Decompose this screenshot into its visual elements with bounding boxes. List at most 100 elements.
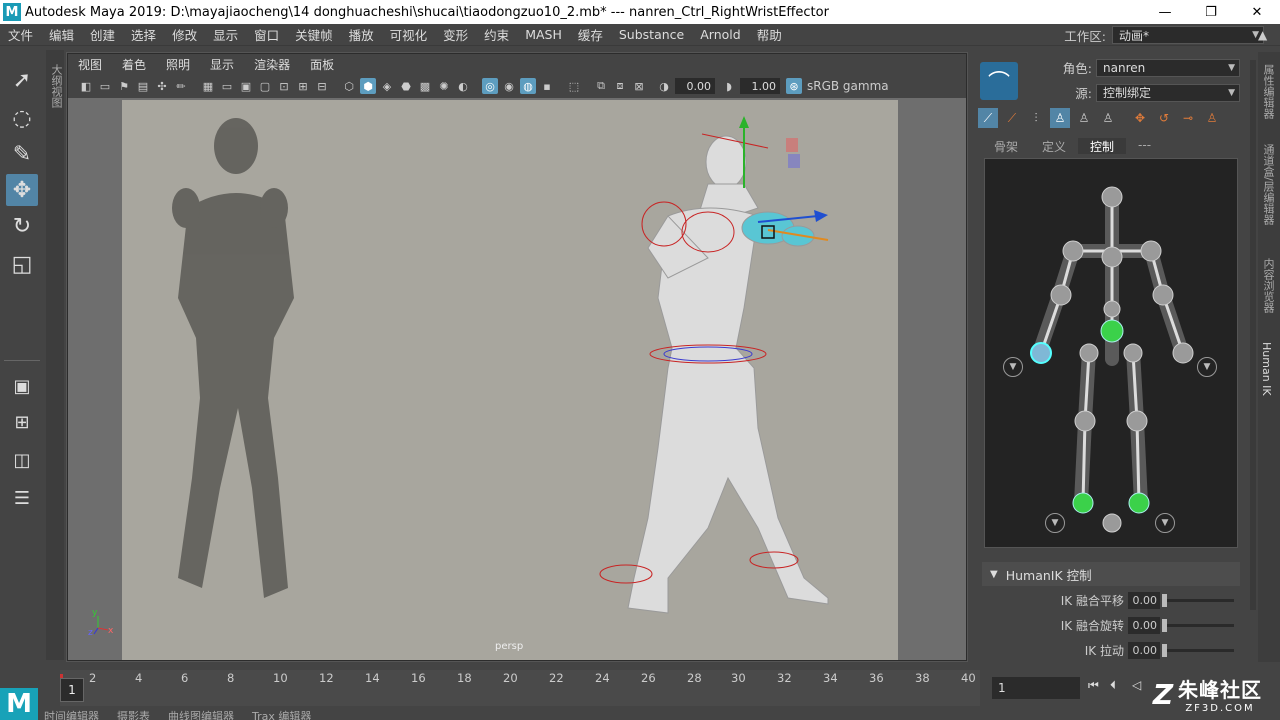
ik-blend-rotate-field[interactable]: 0.00: [1128, 616, 1160, 634]
tab-trax-editor[interactable]: Trax 编辑器: [252, 710, 311, 720]
four-view-icon[interactable]: ⊞: [6, 406, 38, 438]
single-view-icon[interactable]: ▣: [6, 370, 38, 402]
go-to-start-icon[interactable]: ⏮: [1088, 678, 1110, 693]
depth-of-field-icon[interactable]: ⊠: [631, 78, 647, 94]
current-frame-field[interactable]: 1: [992, 677, 1080, 699]
tab-human-ik[interactable]: Human IK: [1260, 342, 1273, 396]
textured-icon[interactable]: ⬣: [398, 78, 414, 94]
wireframe-on-shaded-icon[interactable]: ◈: [379, 78, 395, 94]
pin-both-icon[interactable]: ⊸: [1178, 108, 1198, 128]
field-chart-icon[interactable]: ⊡: [276, 78, 292, 94]
skeleton-icon[interactable]: ⟋: [978, 108, 998, 128]
menu-help[interactable]: 帮助: [749, 25, 790, 44]
tab-definition[interactable]: 定义: [1030, 138, 1078, 154]
gamma-field[interactable]: 1.00: [740, 78, 780, 94]
left-foot-expand-icon[interactable]: ▼: [1045, 513, 1065, 533]
multisample-icon[interactable]: ⧈: [612, 78, 628, 94]
character-dropdown[interactable]: nanren ▼: [1096, 58, 1240, 77]
outliner-layout-icon[interactable]: ☰: [6, 482, 38, 514]
menu-constrain[interactable]: 约束: [476, 25, 517, 44]
full-body-icon[interactable]: ♙: [1074, 108, 1094, 128]
ik-pull-field[interactable]: 0.00: [1128, 641, 1160, 659]
humanik-logo-icon[interactable]: ⌒: [980, 62, 1018, 100]
tab-more[interactable]: ---: [1126, 138, 1163, 154]
ik-blend-rotate-slider[interactable]: [1162, 618, 1234, 632]
pin-translate-icon[interactable]: ✥: [1130, 108, 1150, 128]
wireframe-icon[interactable]: ⬡: [341, 78, 357, 94]
right-foot-expand-icon[interactable]: ▼: [1155, 513, 1175, 533]
image-plane-icon[interactable]: ▤: [135, 78, 151, 94]
menu-modify[interactable]: 修改: [164, 25, 205, 44]
colorspace-label[interactable]: sRGB gamma: [807, 79, 889, 93]
scale-tool-icon[interactable]: ◱: [6, 248, 38, 280]
vp-menu-renderer[interactable]: 渲染器: [244, 56, 300, 73]
ambient-occlusion-icon[interactable]: ▪: [539, 78, 555, 94]
menu-visualize[interactable]: 可视化: [382, 25, 436, 44]
source-dropdown[interactable]: 控制绑定 ▼: [1096, 83, 1240, 102]
humanik-controls-header[interactable]: ▼ HumanIK 控制: [982, 562, 1240, 586]
film-gate-icon[interactable]: ▭: [219, 78, 235, 94]
rotate-tool-icon[interactable]: ↻: [6, 210, 38, 242]
isolate-select-icon[interactable]: ⬚: [566, 78, 582, 94]
two-view-icon[interactable]: ◫: [6, 444, 38, 476]
menu-file[interactable]: 文件: [0, 25, 41, 44]
workspace-options-icon[interactable]: ▲: [1258, 28, 1276, 44]
grease-pencil-icon[interactable]: ✏: [173, 78, 189, 94]
bookmark-icon[interactable]: ⚑: [116, 78, 132, 94]
close-button[interactable]: ✕: [1234, 0, 1280, 24]
vp-menu-shading[interactable]: 着色: [112, 56, 156, 73]
menu-playback[interactable]: 播放: [341, 25, 382, 44]
xray-icon[interactable]: ◎: [482, 78, 498, 94]
outliner-side-tab[interactable]: 大纲视图: [46, 50, 64, 660]
xray-active-icon[interactable]: ◍: [520, 78, 536, 94]
lights-icon[interactable]: ✺: [436, 78, 452, 94]
smooth-shade-icon[interactable]: ⬢: [360, 78, 376, 94]
menu-window[interactable]: 窗口: [246, 25, 287, 44]
ik-pull-slider[interactable]: [1162, 643, 1234, 657]
menu-select[interactable]: 选择: [123, 25, 164, 44]
control-rig-icon[interactable]: ♙: [1050, 108, 1070, 128]
vp-menu-view[interactable]: 视图: [68, 56, 112, 73]
effector-pin-icon[interactable]: ♙: [1202, 108, 1222, 128]
checker-icon[interactable]: ▩: [417, 78, 433, 94]
resolution-gate-icon[interactable]: ▣: [238, 78, 254, 94]
motion-blur-icon[interactable]: ⧉: [593, 78, 609, 94]
tab-attribute-editor[interactable]: 属性编辑器: [1260, 64, 1276, 119]
right-hand-expand-icon[interactable]: ▼: [1197, 357, 1217, 377]
vp-menu-panels[interactable]: 面板: [300, 56, 344, 73]
menu-key[interactable]: 关键帧: [287, 25, 341, 44]
restore-button[interactable]: ❐: [1188, 0, 1234, 24]
xray-joints-icon[interactable]: ◉: [501, 78, 517, 94]
minimize-button[interactable]: —: [1142, 0, 1188, 24]
left-hand-expand-icon[interactable]: ▼: [1003, 357, 1023, 377]
menu-deform[interactable]: 变形: [435, 25, 476, 44]
select-tool-icon[interactable]: ➚: [6, 64, 38, 96]
time-slider-track[interactable]: [60, 670, 980, 706]
color-management-icon[interactable]: ⊛: [786, 78, 802, 94]
exposure-field[interactable]: 0.00: [675, 78, 715, 94]
menu-cache[interactable]: 缓存: [570, 25, 611, 44]
shadows-icon[interactable]: ◐: [455, 78, 471, 94]
tab-skeleton[interactable]: 骨架: [982, 138, 1030, 154]
tab-controls[interactable]: 控制: [1078, 138, 1127, 154]
menu-arnold[interactable]: Arnold: [692, 27, 748, 42]
move-tool-icon[interactable]: ✥: [6, 174, 38, 206]
menu-mash[interactable]: MASH: [517, 27, 570, 42]
create-skeleton-icon[interactable]: ⟋: [1002, 108, 1022, 128]
body-part-icon[interactable]: ♙: [1098, 108, 1118, 128]
tab-channel-box[interactable]: 通道盒/层编辑器: [1260, 144, 1276, 225]
panel-scrollbar[interactable]: [1250, 60, 1256, 610]
camera-lock-icon[interactable]: ▭: [97, 78, 113, 94]
tab-time-editor[interactable]: 时间编辑器: [44, 710, 99, 720]
ik-blend-translate-field[interactable]: 0.00: [1128, 591, 1160, 609]
menu-display[interactable]: 显示: [205, 25, 246, 44]
gate-mask-icon[interactable]: ▢: [257, 78, 273, 94]
workspace-dropdown[interactable]: 动画* ▼: [1112, 26, 1264, 44]
step-back-icon[interactable]: ⏴: [1110, 678, 1132, 693]
safe-action-icon[interactable]: ⊞: [295, 78, 311, 94]
menu-create[interactable]: 创建: [82, 25, 123, 44]
pin-rotate-icon[interactable]: ↺: [1154, 108, 1174, 128]
vp-menu-lighting[interactable]: 照明: [156, 56, 200, 73]
safe-title-icon[interactable]: ⊟: [314, 78, 330, 94]
paint-select-icon[interactable]: ✎: [6, 138, 38, 170]
